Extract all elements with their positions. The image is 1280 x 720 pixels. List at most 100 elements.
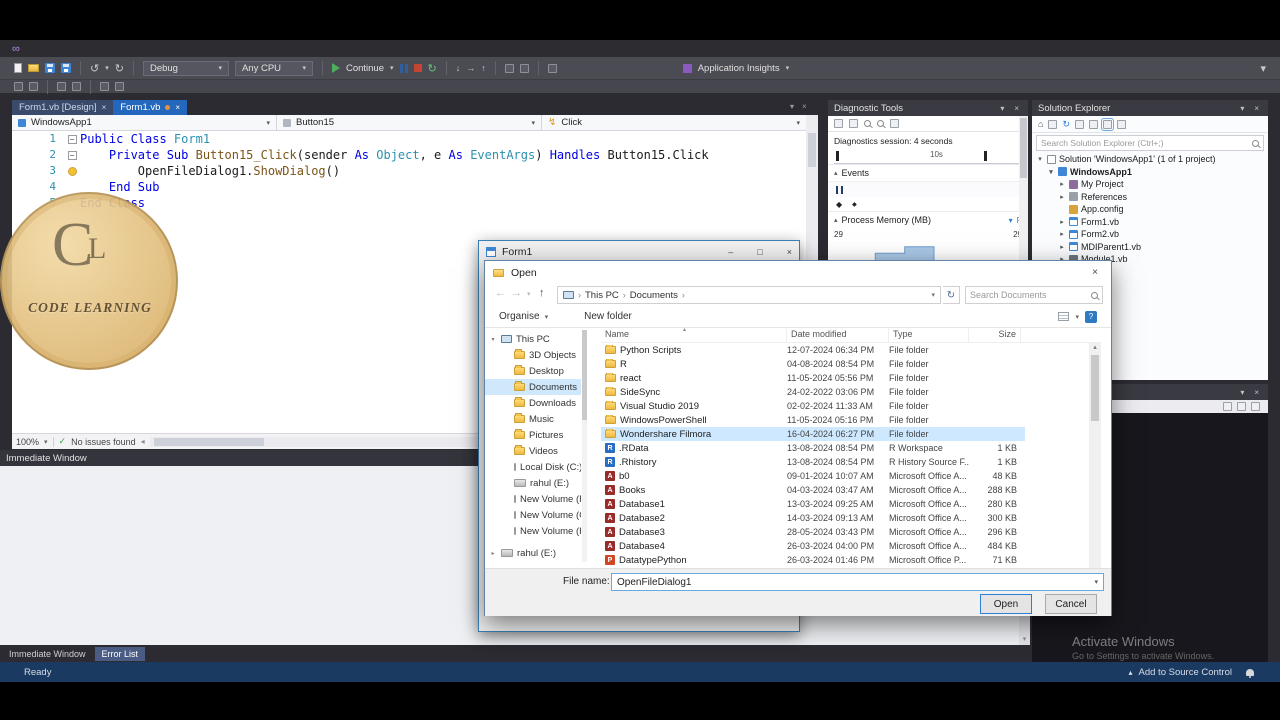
expand-arrow[interactable]: ▾	[1047, 168, 1055, 176]
step-over-icon[interactable]: →	[466, 63, 475, 73]
sidebar-item[interactable]: New Volume (H:)	[485, 523, 581, 539]
expand-arrow[interactable]: ▸	[1058, 230, 1066, 238]
history-dropdown-icon[interactable]: ▾	[527, 290, 531, 298]
continue-icon[interactable]	[331, 63, 340, 73]
menu-item[interactable]	[154, 40, 168, 57]
save-icon[interactable]	[45, 63, 55, 73]
file-row[interactable]: Visual Studio 2019 02-02-2024 11:33 AM F…	[601, 399, 1025, 413]
minimize-button[interactable]: –	[728, 247, 733, 257]
file-row[interactable]: Ab0 09-01-2024 10:07 AM Microsoft Office…	[601, 469, 1025, 483]
file-name-dropdown-icon[interactable]: ▾	[1094, 578, 1103, 586]
fold-marker-icon[interactable]: −	[67, 134, 77, 144]
zoom-level[interactable]: 100%	[16, 437, 39, 447]
pause-icon[interactable]	[399, 63, 408, 73]
column-date-modified[interactable]: Date modified	[787, 328, 889, 342]
expand-arrow[interactable]: ▸	[1058, 180, 1066, 188]
save-all-icon[interactable]	[61, 63, 71, 73]
breadcrumb[interactable]: › This PC › Documents › ▾	[557, 286, 941, 304]
toolbar-icon[interactable]	[504, 63, 514, 73]
breadcrumb-item[interactable]: Documents ›	[630, 290, 685, 301]
sidebar-item[interactable]: Music	[485, 411, 581, 427]
snapshot-icon[interactable]	[849, 119, 858, 128]
event-dropdown[interactable]: ↯ Click ▾	[542, 115, 806, 130]
object-dropdown[interactable]: Button15 ▾	[277, 115, 542, 130]
panel-dropdown-icon[interactable]: ▾	[1237, 388, 1247, 397]
panel-dropdown-icon[interactable]: ▾	[997, 104, 1007, 113]
project-dropdown[interactable]: WindowsApp1 ▾	[12, 115, 277, 130]
menu-item[interactable]	[182, 40, 196, 57]
file-row[interactable]: R .RData 13-08-2024 08:54 PM R Workspace …	[601, 441, 1025, 455]
solution-search-input[interactable]	[1041, 138, 1252, 148]
file-row[interactable]: A Database2 14-03-2024 09:13 AM Microsoft…	[601, 511, 1025, 525]
filter-icon[interactable]: ▾	[1009, 216, 1013, 225]
solution-tree-item[interactable]: ▸ Form1.vb	[1032, 216, 1268, 229]
new-folder-button[interactable]: New folder	[584, 311, 632, 322]
pending-changes-icon[interactable]	[1048, 119, 1058, 129]
open-file-icon[interactable]	[28, 64, 39, 72]
view-dropdown-icon[interactable]: ▾	[1075, 313, 1079, 321]
solution-explorer-header[interactable]: Solution Explorer ▾ ×	[1032, 100, 1268, 116]
sidebar-item[interactable]: Local Disk (C:)	[485, 459, 581, 475]
memory-section-header[interactable]: ▴ Process Memory (MB) ▾ P	[828, 211, 1028, 228]
menu-item[interactable]	[112, 40, 126, 57]
file-row[interactable]: A Books 04-03-2024 03:47 AM Microsoft Off…	[601, 483, 1025, 497]
events-section-header[interactable]: ▴ Events	[828, 164, 1028, 181]
stop-icon[interactable]	[413, 64, 422, 72]
column-size[interactable]: Size	[969, 328, 1021, 342]
file-list-scrollbar[interactable]: ▴	[1089, 343, 1101, 568]
file-row[interactable]: WindowsPowerShell 11-05-2024 05:16 PM Fi…	[601, 413, 1025, 427]
sidebar-scrollbar[interactable]	[582, 330, 587, 562]
sidebar-item[interactable]: New Volume (F:)	[485, 491, 581, 507]
close-button[interactable]: ×	[787, 247, 792, 257]
expand-arrow[interactable]: ▸	[1058, 243, 1066, 251]
solution-tree-item[interactable]: ▾ Solution 'WindowsApp1' (1 of 1 project…	[1032, 153, 1268, 166]
file-name-input[interactable]	[612, 576, 1095, 588]
sidebar-item[interactable]: ▾ This PC	[485, 331, 581, 347]
sidebar-item[interactable]: 3D Objects	[485, 347, 581, 363]
toolbar-icon[interactable]	[1223, 402, 1232, 411]
undo-dropdown[interactable]: ▾	[105, 64, 109, 72]
sidebar-item[interactable]: rahul (E:)	[485, 475, 581, 491]
reset-view-icon[interactable]	[890, 119, 899, 128]
expand-arrow[interactable]: ▸	[489, 550, 497, 557]
bookmark-icon[interactable]	[14, 82, 23, 91]
solution-tree-item[interactable]: App.config	[1032, 203, 1268, 216]
outdent-icon[interactable]	[72, 82, 81, 91]
panel-close-icon[interactable]: ×	[1251, 104, 1262, 113]
menu-item[interactable]	[98, 40, 112, 57]
tab-immediate-window[interactable]: Immediate Window	[2, 647, 93, 661]
back-icon[interactable]: ←	[495, 287, 506, 299]
expand-arrow[interactable]: ▾	[1036, 155, 1044, 163]
close-tab-icon[interactable]: ×	[102, 103, 107, 112]
zoom-out-icon[interactable]	[877, 120, 884, 127]
step-into-icon[interactable]: ↓	[456, 63, 461, 73]
continue-button[interactable]: Continue	[346, 63, 384, 74]
new-file-icon[interactable]	[14, 63, 22, 73]
file-row[interactable]: A Database1 13-03-2024 09:25 AM Microsoft…	[601, 497, 1025, 511]
dialog-close-button[interactable]: ×	[1079, 261, 1111, 284]
up-icon[interactable]: ↑	[539, 287, 545, 299]
diagnostic-tools-header[interactable]: Diagnostic Tools ▾ ×	[828, 100, 1028, 116]
dialog-titlebar[interactable]: Open ×	[485, 261, 1111, 284]
menu-item[interactable]	[196, 40, 210, 57]
file-name-combo[interactable]: ▾	[611, 573, 1104, 591]
dialog-search-box[interactable]	[965, 286, 1103, 304]
menu-item[interactable]	[168, 40, 182, 57]
sidebar-item[interactable]: Documents	[485, 379, 581, 395]
panel-close-icon[interactable]: ×	[1251, 388, 1262, 397]
toolbar-icon[interactable]	[547, 63, 557, 73]
toolbar-icon[interactable]	[1237, 402, 1246, 411]
sidebar-item[interactable]: Videos	[485, 443, 581, 459]
file-row[interactable]: Wondershare Filmora 16-04-2024 06:27 PM …	[601, 427, 1025, 441]
toolbar-icon[interactable]	[519, 63, 529, 73]
code-line[interactable]: 2− Private Sub Button15_Click(sender As …	[12, 147, 806, 163]
toolbar-overflow-icon[interactable]: ▾	[1260, 62, 1266, 75]
file-row[interactable]: react 11-05-2024 05:56 PM File folder	[601, 371, 1025, 385]
file-row[interactable]: Python Scripts 12-07-2024 06:34 PM File …	[601, 343, 1025, 357]
application-insights-button[interactable]: Application Insights	[698, 63, 780, 74]
sidebar-item[interactable]: Downloads	[485, 395, 581, 411]
redo-icon[interactable]: ↻	[115, 62, 124, 75]
help-icon[interactable]: ?	[1085, 310, 1097, 323]
expand-arrow[interactable]: ▸	[1058, 193, 1066, 201]
refresh-icon[interactable]: ↻	[943, 286, 960, 304]
